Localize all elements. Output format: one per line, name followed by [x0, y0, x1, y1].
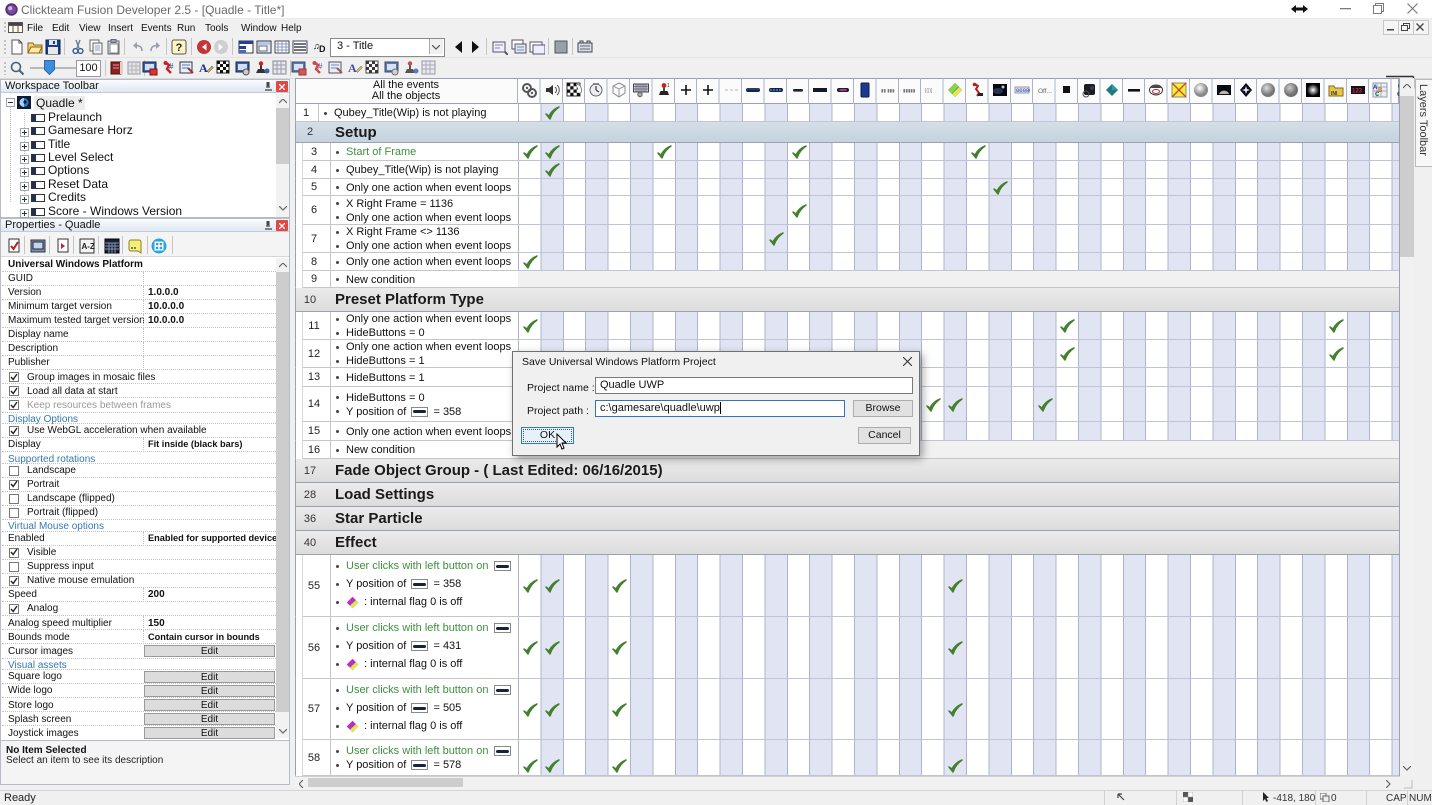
svg-text:INI: INI: [1331, 91, 1338, 97]
svg-text:C: C: [1375, 92, 1380, 98]
svg-text:123: 123: [1352, 89, 1363, 95]
svg-text:▮▮ ▮▮▮: ▮▮ ▮▮▮: [881, 88, 895, 93]
svg-text:Off...: Off...: [1038, 88, 1052, 95]
svg-text:A-Z: A-Z: [82, 242, 95, 251]
svg-text:A: A: [199, 61, 208, 75]
svg-text:?: ?: [176, 42, 183, 54]
svg-text:D: D: [319, 44, 326, 54]
svg-text:1: 1: [667, 83, 670, 89]
svg-text:A: A: [348, 61, 357, 75]
svg-text:00000: 00000: [1016, 87, 1030, 94]
svg-text:#: #: [318, 62, 323, 71]
svg-text:▮▮▮▮▮: ▮▮▮▮▮: [903, 88, 916, 93]
svg-text:#: #: [169, 62, 174, 71]
svg-text:[(|)]: [(|)]: [925, 88, 933, 94]
